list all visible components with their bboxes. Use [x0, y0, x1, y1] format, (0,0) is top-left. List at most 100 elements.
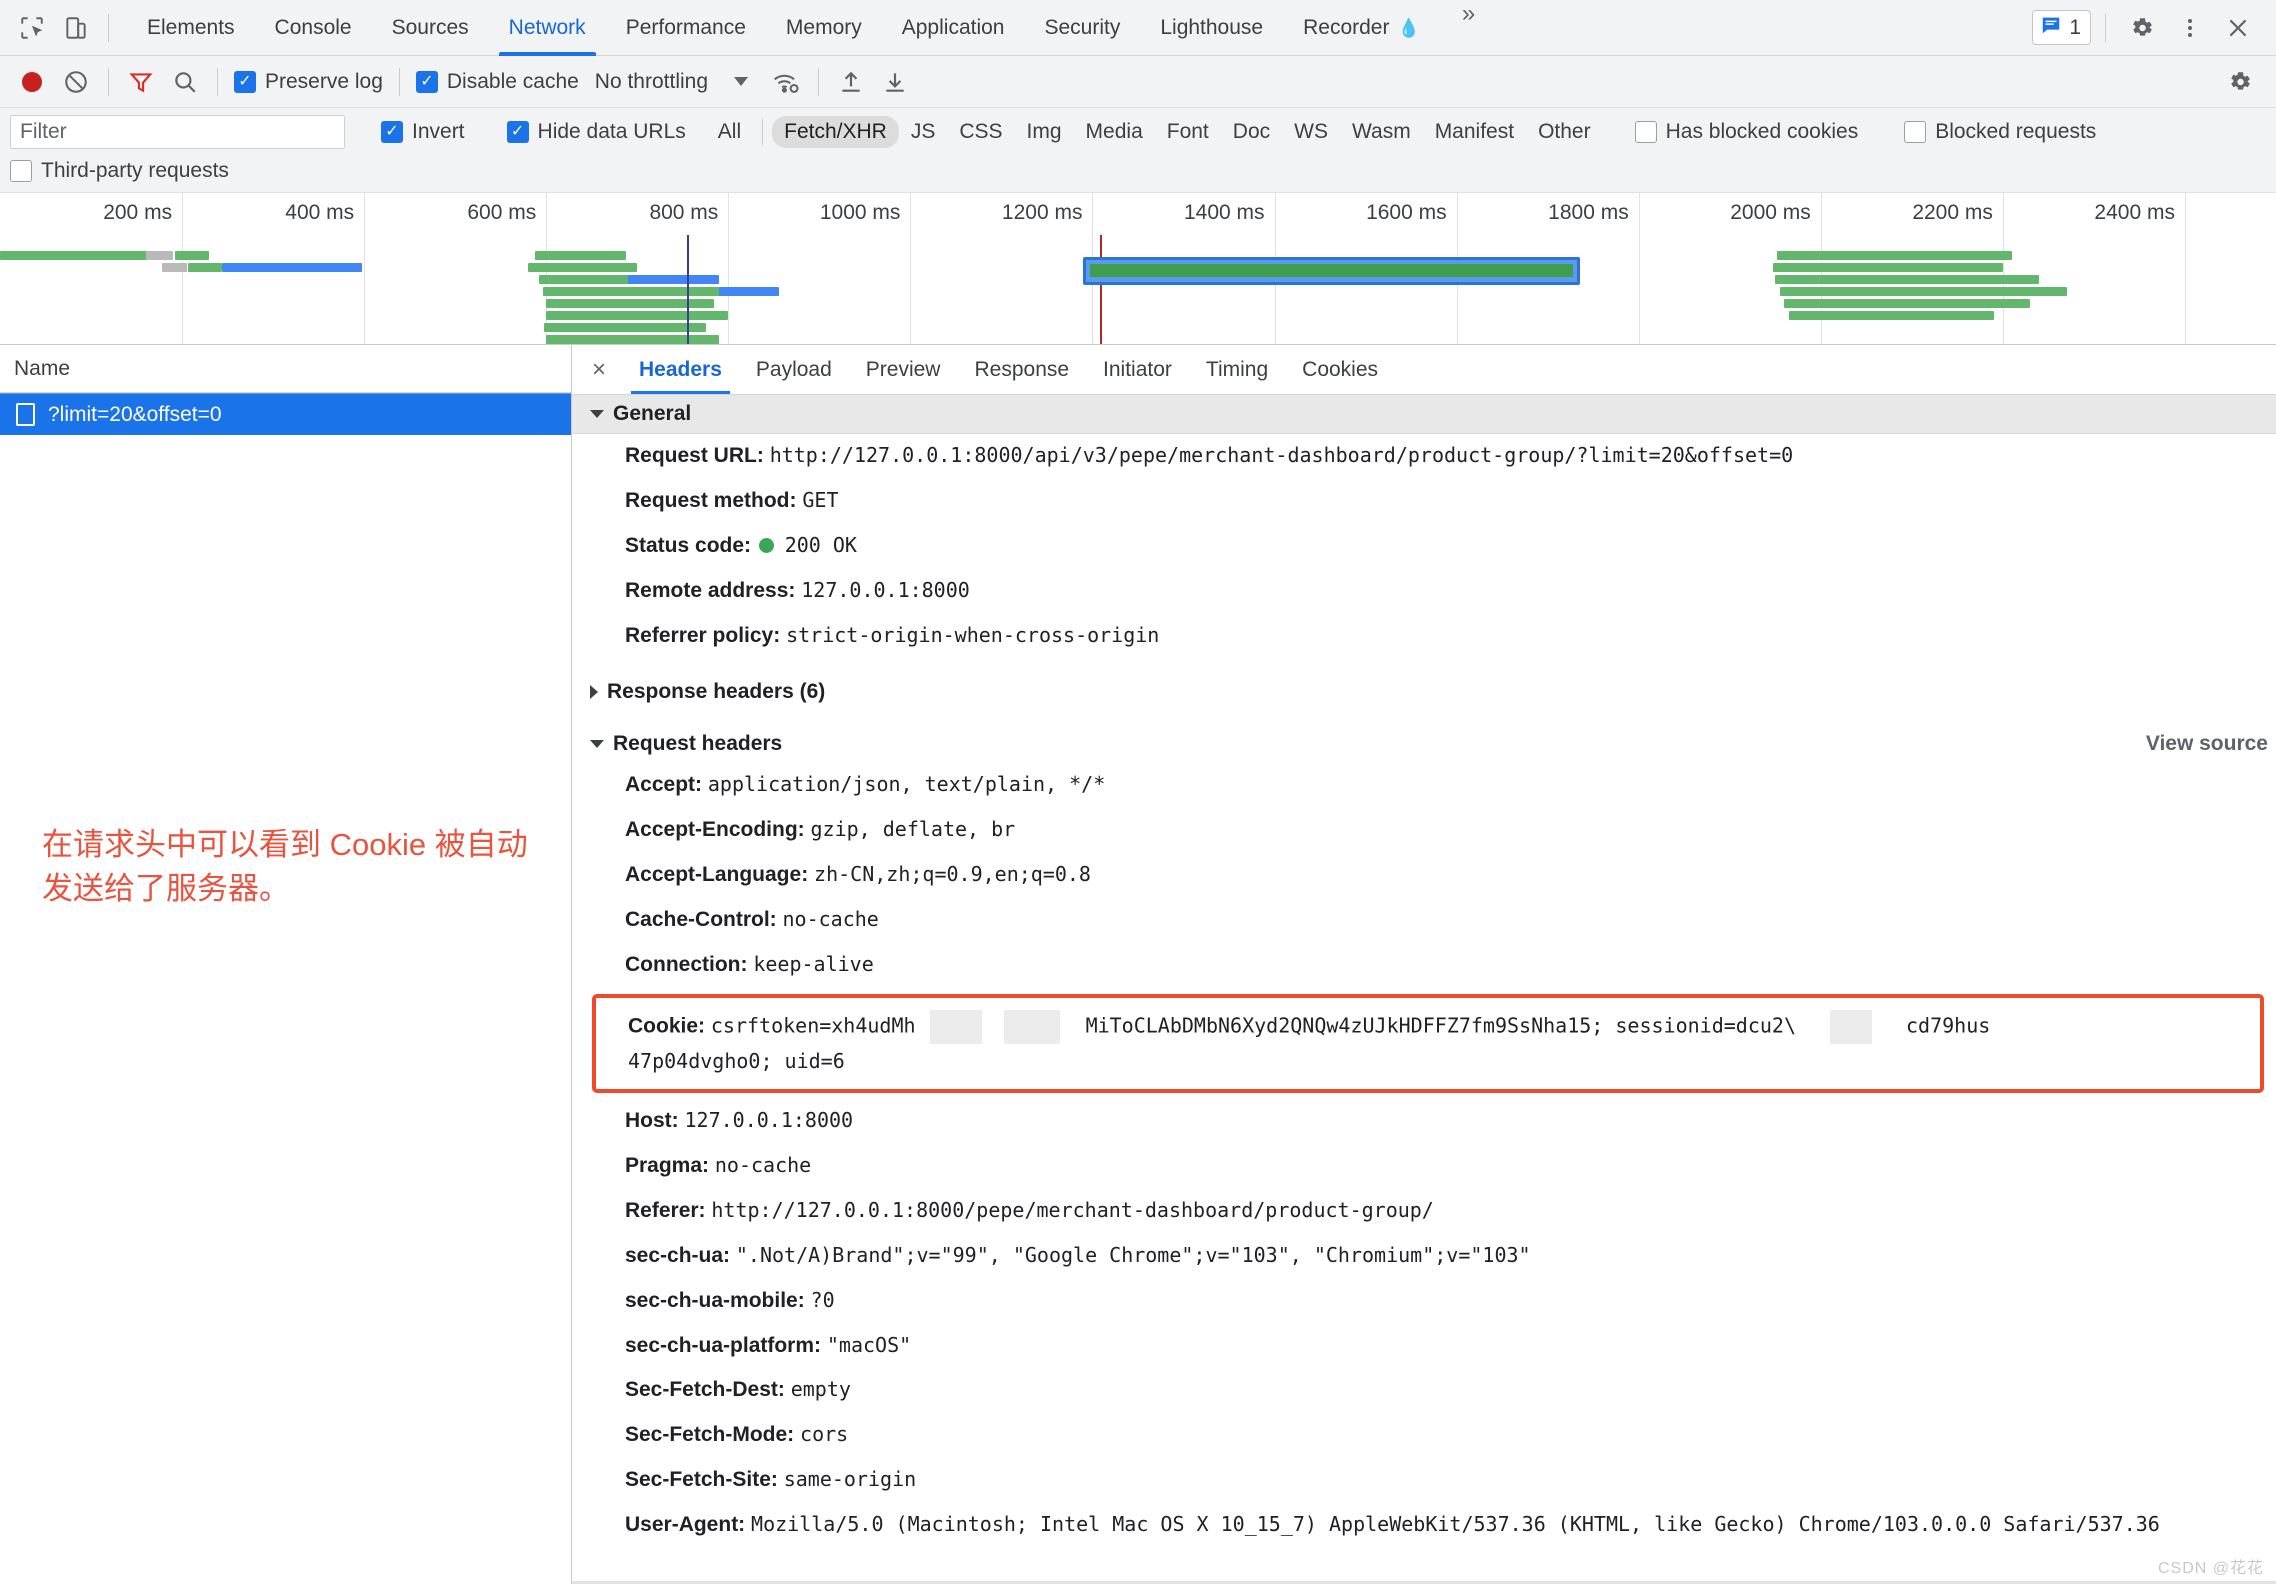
filter-type-media[interactable]: Media [1074, 116, 1155, 148]
filter-type-all[interactable]: All [706, 116, 753, 148]
filter-type-css[interactable]: CSS [947, 116, 1014, 148]
has-blocked-cookies-checkbox[interactable]: Has blocked cookies [1634, 120, 1858, 144]
network-settings-icon[interactable] [2218, 60, 2262, 104]
section-response-headers-header[interactable]: Response headers (6) [572, 672, 2276, 711]
throttling-dropdown[interactable]: No throttling [595, 70, 749, 94]
filter-type-doc[interactable]: Doc [1221, 116, 1282, 148]
invert-checkbox[interactable]: ✓ Invert [381, 120, 465, 144]
hide-data-urls-checkbox[interactable]: ✓ Hide data URLs [506, 120, 686, 144]
network-main-split: Name ?limit=20&offset=0 在请求头中可以看到 Cookie… [0, 345, 2276, 1584]
filter-input[interactable] [10, 115, 345, 149]
header-row-accept-language: Accept-Language: zh-CN,zh;q=0.9,en;q=0.8 [625, 861, 1091, 886]
timeline-tick [364, 193, 366, 344]
tabbar-actions: 1 [2032, 6, 2266, 50]
disable-cache-checkbox[interactable]: ✓ Disable cache [415, 70, 579, 94]
messages-count: 1 [2069, 15, 2081, 39]
filter-type-font[interactable]: Font [1155, 116, 1221, 148]
tab-timing[interactable]: Timing [1189, 345, 1285, 394]
third-party-requests-label: Third-party requests [41, 159, 229, 182]
timeline-tick-label: 600 ms [467, 201, 537, 224]
tab-response[interactable]: Response [957, 345, 1086, 394]
tab-memory[interactable]: Memory [766, 0, 882, 56]
filter-type-js[interactable]: JS [899, 116, 948, 148]
tab-security[interactable]: Security [1024, 0, 1140, 56]
filter-type-img[interactable]: Img [1015, 116, 1074, 148]
timeline-request-bar [542, 287, 736, 296]
timeline-tick [2002, 193, 2004, 344]
blocked-requests-checkbox[interactable]: Blocked requests [1904, 120, 2096, 144]
timeline-tick-label: 1600 ms [1366, 201, 1447, 224]
record-button[interactable] [10, 60, 54, 104]
timeline-tick [728, 193, 730, 344]
import-har-icon[interactable] [829, 60, 873, 104]
filter-toggle-icon[interactable] [119, 60, 163, 104]
timeline-event-line [1099, 235, 1102, 344]
inspect-element-icon[interactable] [10, 6, 54, 50]
search-icon[interactable] [163, 60, 207, 104]
timeline-request-bar [535, 251, 627, 260]
toolbar-right-actions [2218, 60, 2266, 104]
tab-network[interactable]: Network [489, 0, 606, 56]
section-request-headers-header[interactable]: Request headers View source [572, 724, 2276, 763]
timeline-tick-label: 200 ms [103, 201, 173, 224]
tab-elements[interactable]: Elements [127, 0, 255, 56]
messages-badge[interactable]: 1 [2032, 10, 2091, 45]
filter-type-other[interactable]: Other [1526, 116, 1603, 148]
gear-icon[interactable] [2120, 6, 2164, 50]
tab-sources[interactable]: Sources [372, 0, 489, 56]
section-general-title: General [613, 402, 692, 425]
timeline-selected-bar-fill [1090, 264, 1573, 277]
device-toolbar-icon[interactable] [54, 6, 98, 50]
chevron-down-icon [590, 739, 604, 748]
tab-application[interactable]: Application [882, 0, 1025, 56]
table-row[interactable]: ?limit=20&offset=0 [0, 393, 571, 435]
view-source-link[interactable]: View source [2146, 732, 2268, 756]
tab-cookies[interactable]: Cookies [1285, 345, 1395, 394]
chevron-right-icon [590, 684, 598, 699]
header-row-cookie: Cookie: csrftoken=xh4udMh MiToCLAbDMbN6Xy… [596, 1004, 2260, 1048]
chevron-down-icon [734, 77, 749, 86]
network-conditions-icon[interactable] [764, 60, 808, 104]
header-row-sec-ch-ua-platform: sec-ch-ua-platform: "macOS" [625, 1332, 912, 1357]
tab-headers[interactable]: Headers [622, 345, 739, 394]
tab-performance[interactable]: Performance [606, 0, 766, 56]
section-response-headers-title: Response headers (6) [607, 679, 826, 703]
clear-button[interactable] [54, 60, 98, 104]
general-row-status-code: Status code: 200 OK [625, 532, 857, 557]
more-tabs-icon[interactable]: » [1440, 0, 1497, 56]
timeline-selected-request[interactable] [1083, 257, 1580, 285]
filter-type-manifest[interactable]: Manifest [1423, 116, 1526, 148]
request-list-body: 在请求头中可以看到 Cookie 被自动发送给了服务器。 [0, 435, 571, 1584]
experiment-flask-icon: 💧 [1397, 17, 1420, 38]
network-overview-timeline[interactable]: 200 ms 400 ms 600 ms 800 ms 1000 ms 1200 ms 14… [0, 193, 2276, 345]
redaction-block [1829, 1009, 1872, 1044]
general-row-request-url: Request URL: http://127.0.0.1:8000/api/v… [625, 443, 1794, 467]
hide-data-urls-box: ✓ [506, 121, 529, 143]
filter-row-primary: ✓ Invert ✓ Hide data URLs All Fetch/XHR … [10, 112, 2266, 152]
export-har-icon[interactable] [873, 60, 917, 104]
close-icon[interactable] [2216, 6, 2260, 50]
timeline-request-bar [546, 335, 720, 344]
filter-type-fetch-xhr[interactable]: Fetch/XHR [772, 116, 899, 148]
third-party-requests-checkbox[interactable]: Third-party requests [10, 156, 2266, 186]
tab-lighthouse[interactable]: Lighthouse [1140, 0, 1283, 56]
section-general-rows: Request URL: http://127.0.0.1:8000/api/v… [572, 434, 2276, 659]
tab-recorder[interactable]: Recorder 💧 [1283, 0, 1440, 56]
timeline-tick [2184, 193, 2186, 344]
tab-payload[interactable]: Payload [739, 345, 849, 394]
devtools-panel-tabs: Elements Console Sources Network Perform… [127, 0, 1497, 56]
header-row-cookie-continued: 47p04dvgho0; uid=6 [628, 1048, 845, 1073]
tab-console[interactable]: Console [255, 0, 372, 56]
close-detail-icon[interactable]: × [576, 345, 622, 394]
kebab-menu-icon[interactable] [2168, 6, 2212, 50]
filter-type-ws[interactable]: WS [1282, 116, 1340, 148]
timeline-request-bar [0, 251, 160, 260]
tab-preview[interactable]: Preview [849, 345, 958, 394]
preserve-log-checkbox[interactable]: ✓ Preserve log [234, 70, 383, 94]
section-general-header[interactable]: General [572, 395, 2276, 434]
invert-box: ✓ [381, 121, 403, 143]
filter-type-wasm[interactable]: Wasm [1340, 116, 1423, 148]
tab-initiator[interactable]: Initiator [1086, 345, 1189, 394]
header-row-sec-ch-ua-mobile: sec-ch-ua-mobile: ?0 [625, 1287, 835, 1312]
timeline-request-bar [719, 287, 780, 296]
